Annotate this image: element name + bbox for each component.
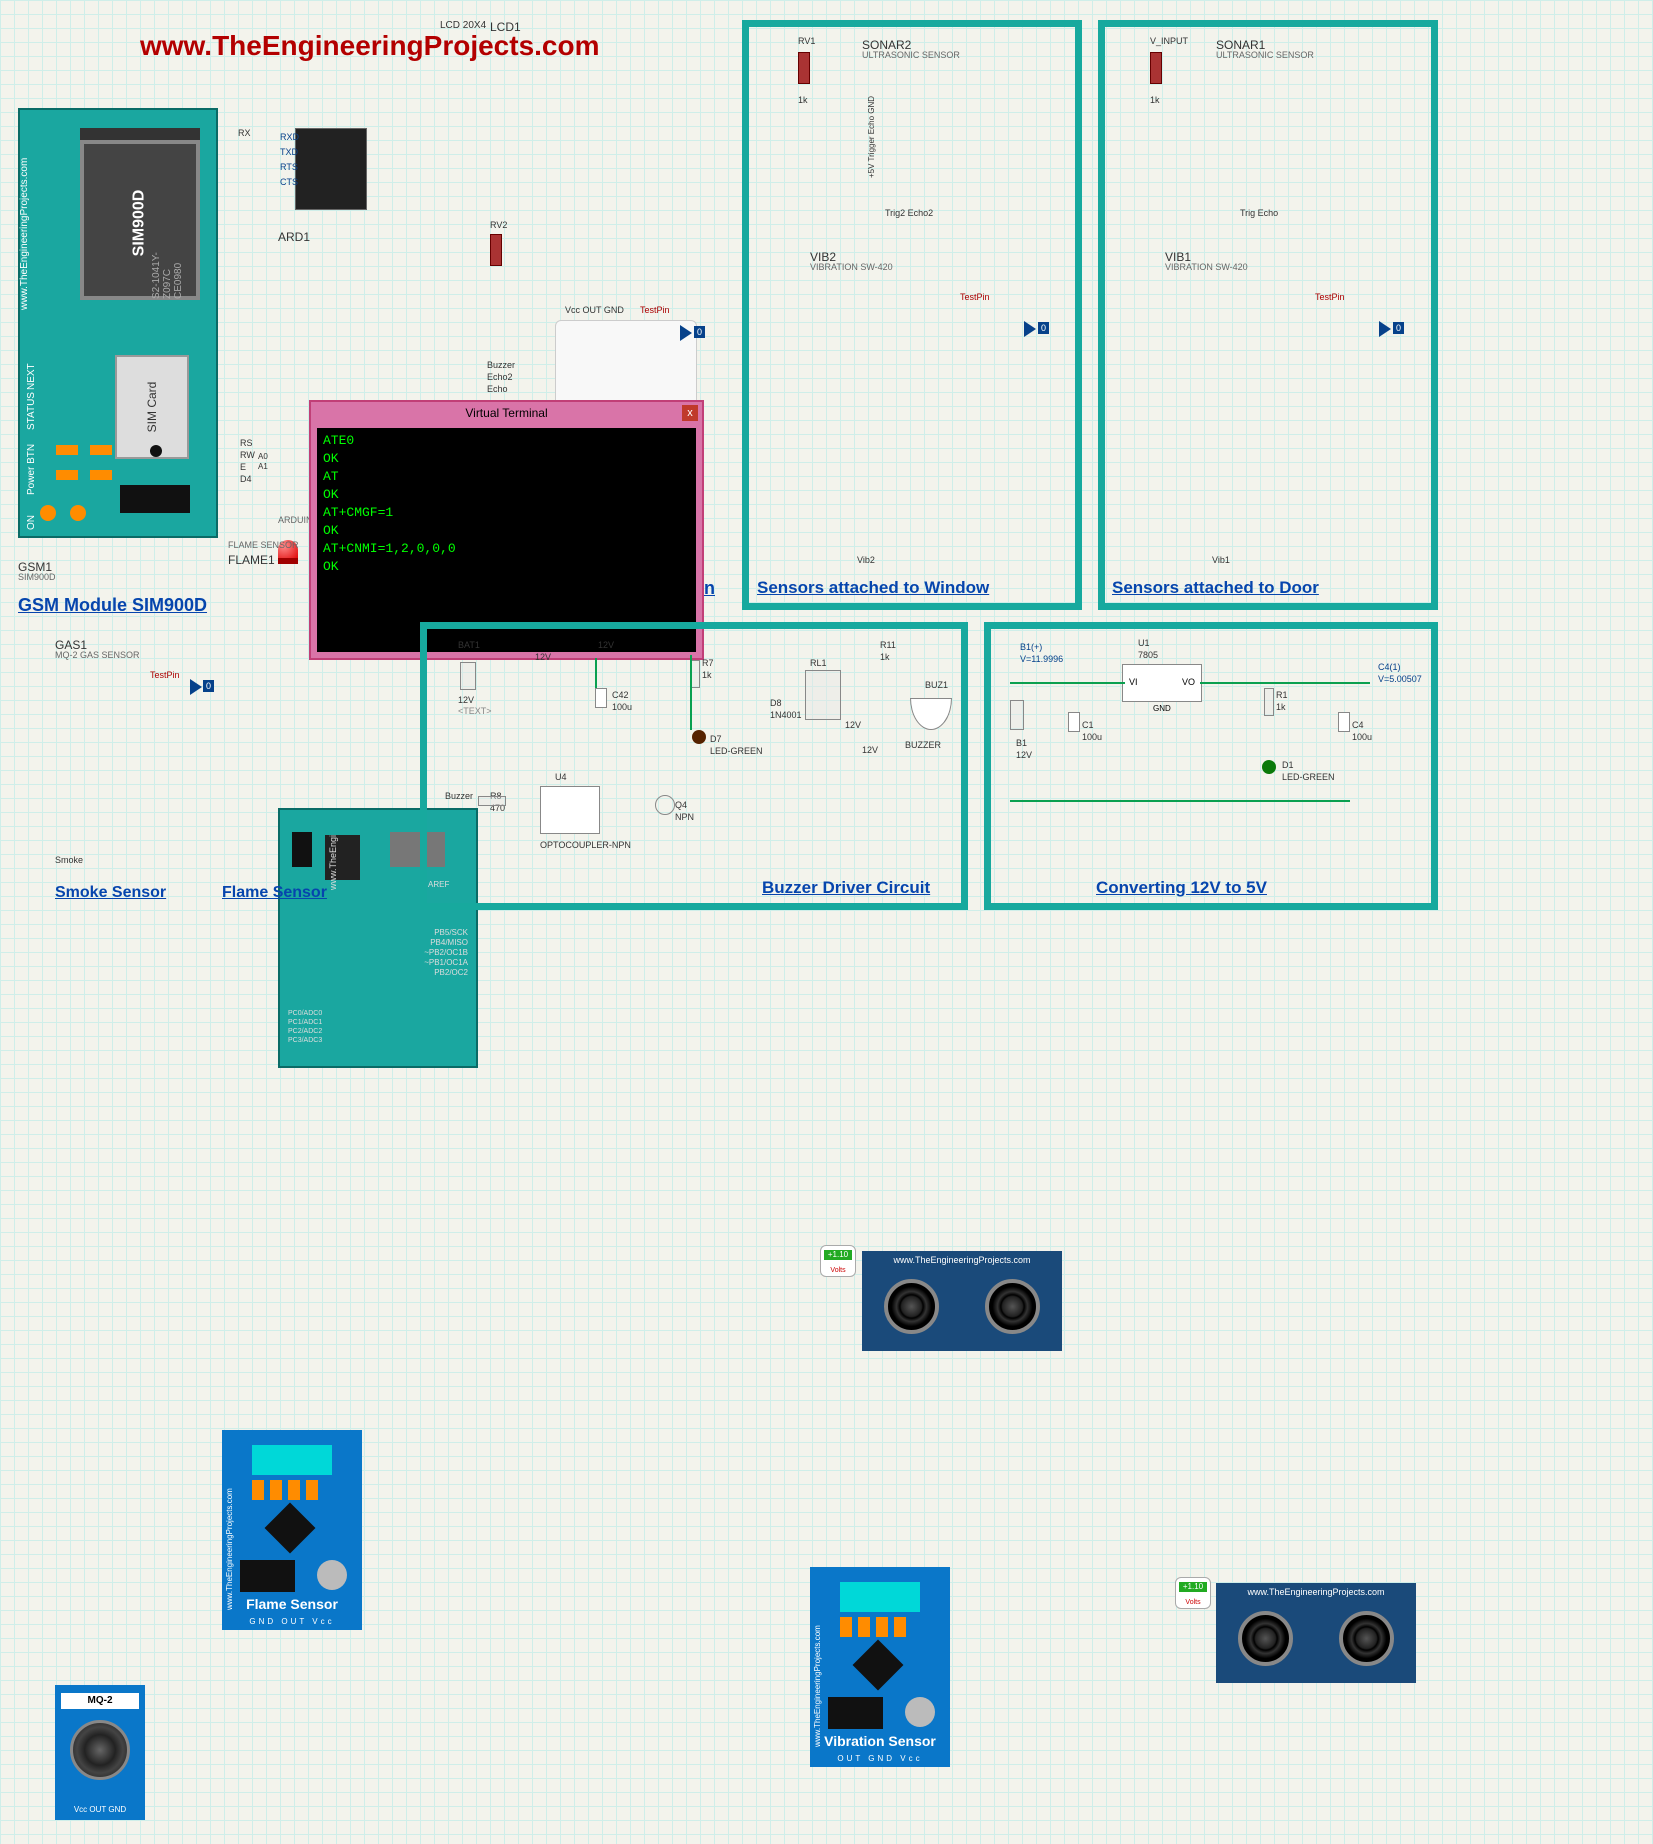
transistor-q4 xyxy=(655,795,675,815)
rv1: RV1 xyxy=(798,36,815,46)
rv2: RV2 xyxy=(490,220,507,230)
res-r8 xyxy=(478,796,506,806)
flame-sensor-module: Flame Sensor GND OUT Vcc www.TheEngineer… xyxy=(222,1430,362,1630)
vib1-part: VIBRATION SW-420 xyxy=(1165,262,1248,272)
serial-monitor-icon xyxy=(295,128,367,210)
group-door xyxy=(1098,20,1438,610)
probe-5v-name: C4(1) xyxy=(1378,662,1401,672)
logo-url: www.TheEngineeringProjects.com xyxy=(140,30,600,62)
sim-card: SIM Card xyxy=(115,355,189,459)
battery-b1 xyxy=(1010,700,1024,730)
regulator-7805: VI VO GND xyxy=(1122,664,1202,702)
window-section[interactable]: Sensors attached to Window xyxy=(757,578,989,598)
led-d1 xyxy=(1262,760,1276,774)
sonar1-part: ULTRASONIC SENSOR xyxy=(1216,50,1314,60)
probe-12v-name: B1(+) xyxy=(1020,642,1042,652)
ard-ref: ARD1 xyxy=(278,230,310,244)
cap-c42 xyxy=(595,688,607,708)
sonar2-part: ULTRASONIC SENSOR xyxy=(862,50,960,60)
close-icon[interactable]: x xyxy=(682,405,698,421)
tag-zero: 0 xyxy=(694,326,705,338)
flame-part: FLAME SENSOR xyxy=(228,540,299,550)
smoke-section[interactable]: Smoke Sensor xyxy=(55,884,166,902)
vib2-part: VIBRATION SW-420 xyxy=(810,262,893,272)
gsm-part: SIM900D xyxy=(18,572,56,582)
led-d7 xyxy=(692,730,706,744)
res-r1 xyxy=(1264,688,1274,716)
buzzer-section[interactable]: Buzzer Driver Circuit xyxy=(762,878,930,898)
opto-u4 xyxy=(540,786,600,834)
gas-part: MQ-2 GAS SENSOR xyxy=(55,650,140,660)
group-window xyxy=(742,20,1082,610)
sonar2: www.TheEngineeringProjects.com xyxy=(862,1251,1062,1351)
bat1-ref: BAT1 xyxy=(458,640,480,650)
vt-body: ATE0 OK AT OK AT+CMGF=1 OK AT+CNMI=1,2,0… xyxy=(317,428,696,652)
vib2-module: Vibration Sensor OUT GND Vcc www.TheEngi… xyxy=(810,1567,950,1767)
cap-c4 xyxy=(1338,712,1350,732)
vt-title: Virtual Terminal x xyxy=(311,402,702,424)
battery-icon xyxy=(460,662,476,690)
conv-section[interactable]: Converting 12V to 5V xyxy=(1096,878,1267,898)
gsm-section-title[interactable]: GSM Module SIM900D xyxy=(18,595,207,616)
probe-5v-val: V=5.00507 xyxy=(1378,674,1422,684)
sim900d-module: SIM900D S2-1041Y-Z097C CE0980 SIM Card O… xyxy=(18,108,218,538)
flame-ref: FLAME1 xyxy=(228,553,275,567)
lcd-part: LCD 20X4 xyxy=(440,20,486,31)
sonar1: www.TheEngineeringProjects.com xyxy=(1216,1583,1416,1683)
relay-rl1 xyxy=(805,670,841,720)
pot-rv1[interactable] xyxy=(798,52,810,84)
door-section[interactable]: Sensors attached to Door xyxy=(1112,578,1319,598)
cap-c1 xyxy=(1068,712,1080,732)
chip-sub: S2-1041Y-Z097C CE0980 xyxy=(151,242,184,299)
probe-12v-val: V=11.9996 xyxy=(1020,654,1063,664)
mq2-sensor: MQ-2 Vcc OUT GND xyxy=(55,1685,145,1820)
group-5v xyxy=(984,622,1438,910)
voltmeter: +1.10Volts xyxy=(820,1245,856,1277)
chip-label: SIM900D xyxy=(130,190,148,257)
pot-rv2[interactable] xyxy=(490,234,502,266)
flame-section[interactable]: Flame Sensor xyxy=(222,884,327,902)
pot-vinput[interactable] xyxy=(1150,52,1162,84)
lcd-ref: LCD1 xyxy=(490,20,521,34)
voltmeter-2: +1.10Volts xyxy=(1175,1577,1211,1609)
virtual-terminal-window[interactable]: Virtual Terminal x ATE0 OK AT OK AT+CMGF… xyxy=(309,400,704,660)
hidden-section-hint: n xyxy=(704,578,715,599)
